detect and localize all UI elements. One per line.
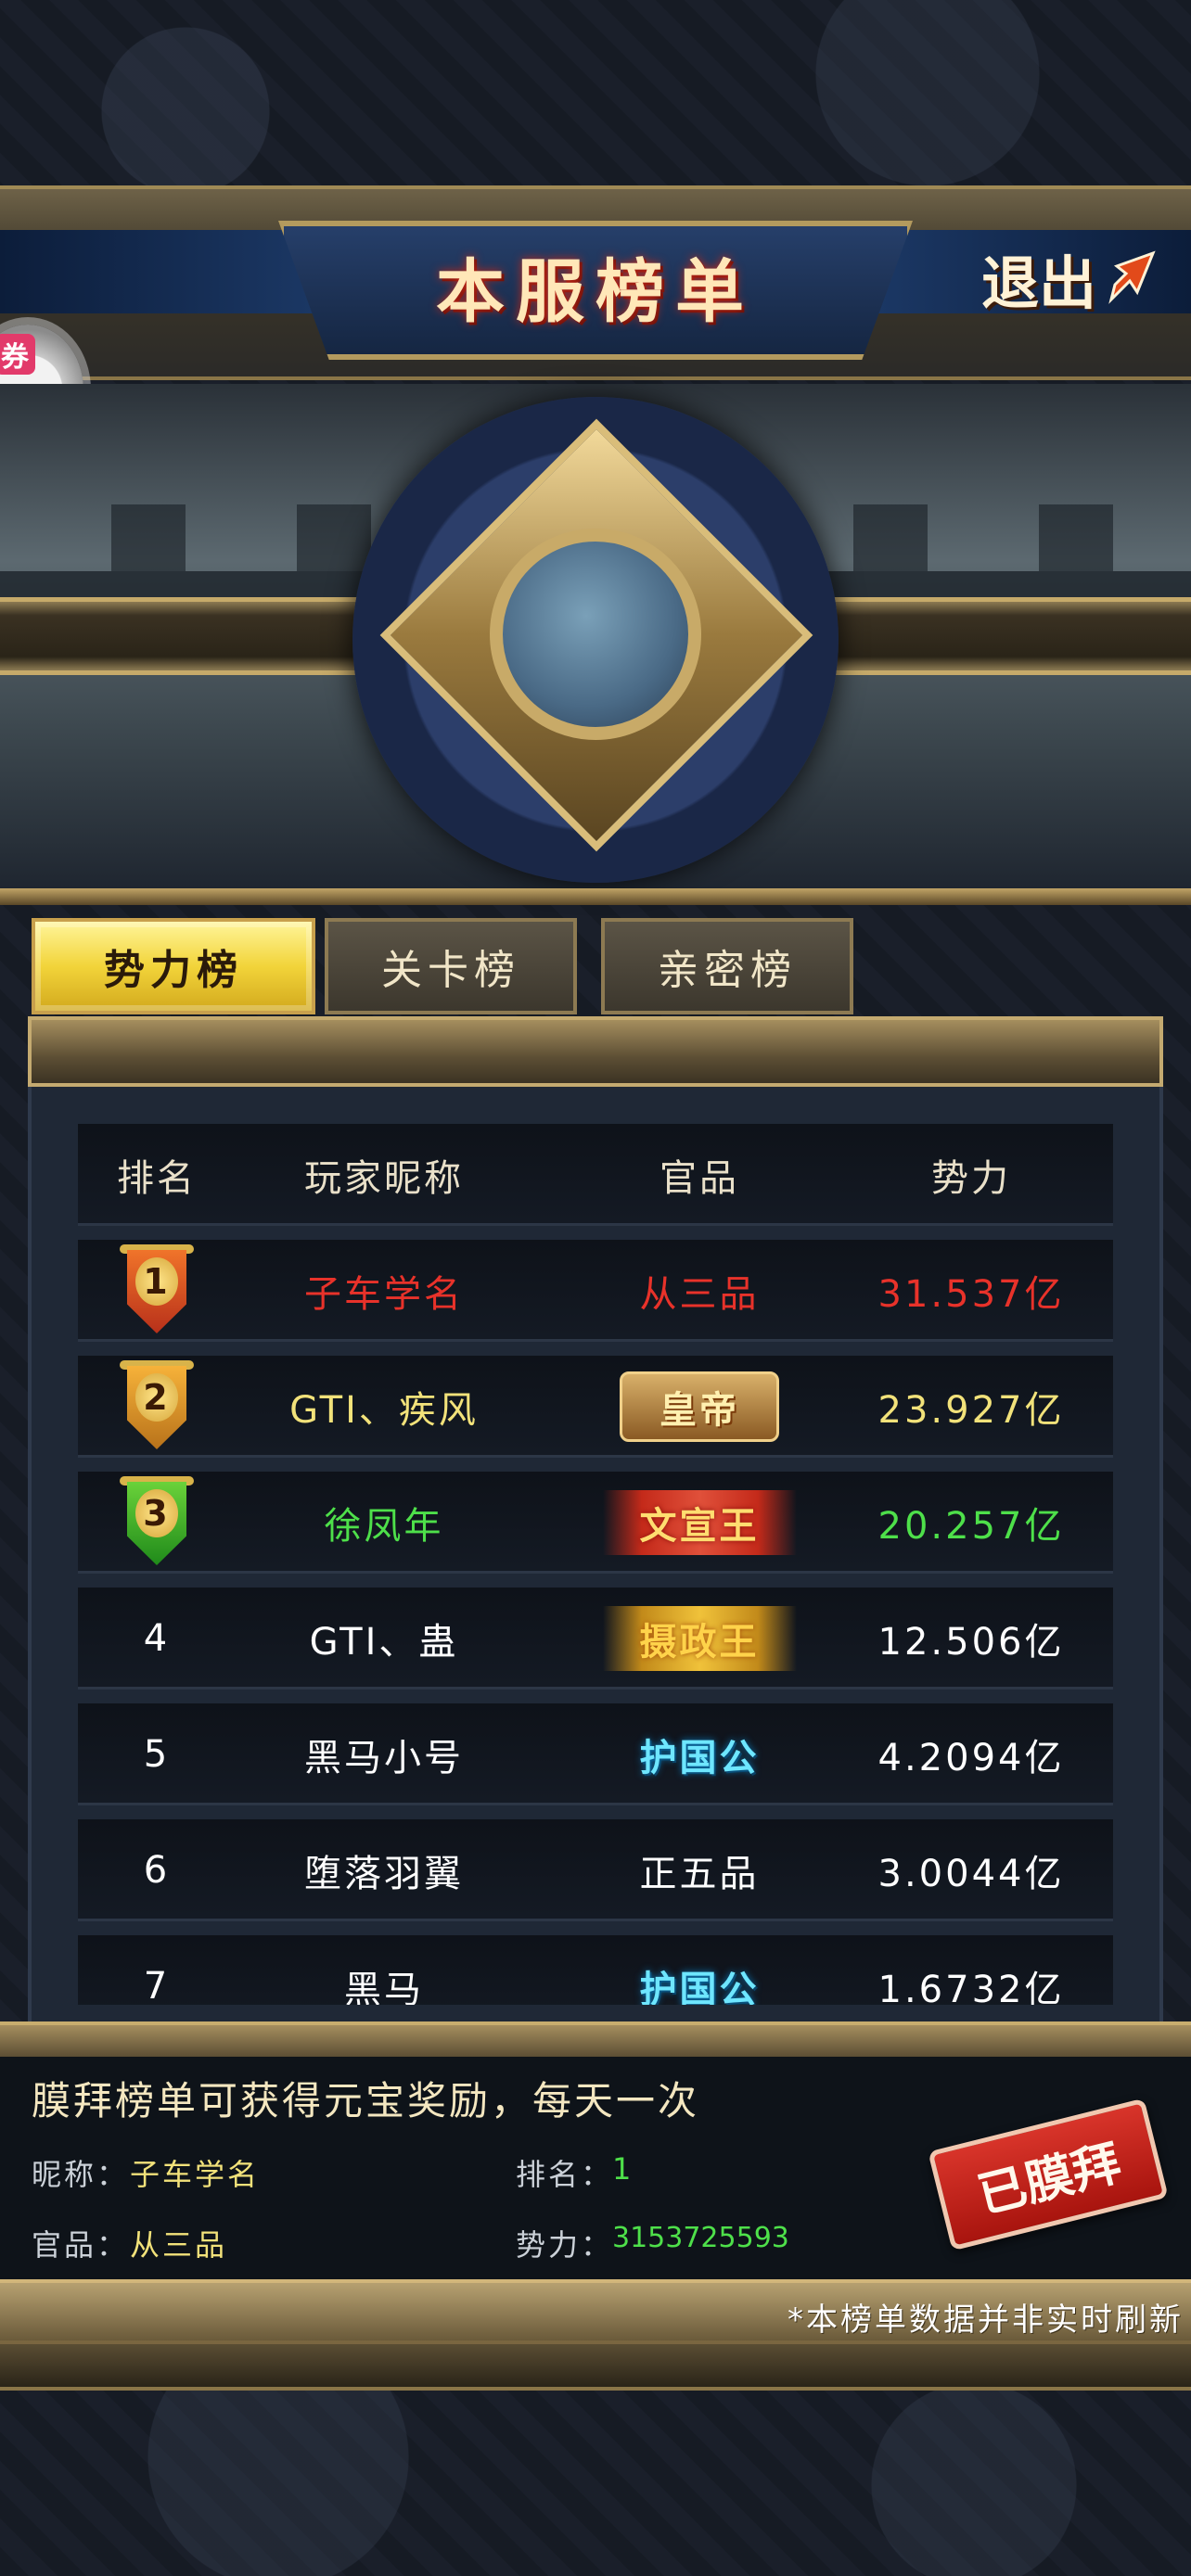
nickname-label: 昵称： — [32, 2157, 130, 2192]
info-frame-top — [0, 2021, 1191, 2057]
player-title: 正五品 — [639, 1853, 760, 1895]
rank-number: 6 — [143, 1849, 171, 1892]
table-row[interactable]: 6 堕落羽翼 正五品 3.0044亿 — [78, 1819, 1113, 1921]
page-title: 本服榜单 — [436, 251, 755, 332]
player-name: GTI、蛊 — [309, 1621, 459, 1664]
player-name: 徐凤年 — [324, 1505, 444, 1548]
table-row[interactable]: 4 GTI、蛊 摄政王 12.506亿 — [78, 1588, 1113, 1690]
player-name: 子车学名 — [304, 1273, 464, 1316]
player-power: 1.6732亿 — [877, 1969, 1065, 2005]
player-power: 31.537亿 — [877, 1273, 1065, 1316]
player-power: 23.927亿 — [877, 1389, 1065, 1432]
tab-intimacy[interactable]: 亲密榜 — [601, 918, 853, 1014]
title-label: 官品： — [32, 2227, 130, 2263]
col-title-header: 官品 — [660, 1157, 739, 1200]
player-power: 12.506亿 — [877, 1621, 1065, 1664]
player-name: 黑马 — [344, 1969, 424, 2005]
medallion-lens — [490, 529, 701, 740]
player-title: 文宣王 — [602, 1490, 797, 1555]
player-title: 护国公 — [639, 1968, 760, 2005]
coupon-tag: 券 — [0, 334, 35, 375]
table-row[interactable]: 2 GTI、疾风 皇帝 23.927亿 — [78, 1356, 1113, 1458]
worship-hint: 膜拜榜单可获得元宝奖励，每天一次 — [32, 2078, 700, 2123]
player-name: GTI、疾风 — [289, 1389, 479, 1432]
ranking-table[interactable]: 排名 玩家昵称 官品 势力 1 子车学名 从三品 31.537亿 2 GTI、疾… — [78, 1124, 1113, 2005]
player-title: 从三品 — [639, 1273, 760, 1316]
table-row[interactable]: 7 黑马 护国公 1.6732亿 — [78, 1935, 1113, 2005]
player-title: 皇帝 — [620, 1371, 779, 1442]
scene-divider — [0, 888, 1191, 905]
player-title: 摄政王 — [602, 1606, 797, 1671]
rank-value: 1 — [612, 2151, 634, 2187]
footer-frame — [0, 2344, 1191, 2391]
col-name-header: 玩家昵称 — [304, 1157, 464, 1200]
rank-3-badge-icon: 3 — [120, 1476, 194, 1569]
tab-power[interactable]: 势力榜 — [32, 918, 315, 1014]
player-power: 4.2094亿 — [877, 1737, 1065, 1779]
footer-note: *本榜单数据并非实时刷新 — [788, 2302, 1184, 2339]
nickname-value: 子车学名 — [130, 2157, 261, 2192]
table-row[interactable]: 1 子车学名 从三品 31.537亿 — [78, 1240, 1113, 1342]
player-name: 黑马小号 — [304, 1737, 464, 1779]
player-power: 20.257亿 — [877, 1505, 1065, 1548]
exit-button[interactable]: 退出 — [981, 236, 1176, 320]
col-power-header: 势力 — [931, 1157, 1011, 1200]
title-plaque: 本服榜单 — [278, 221, 913, 360]
player-name: 堕落羽翼 — [304, 1853, 464, 1895]
rank-number: 7 — [143, 1965, 171, 2005]
col-rank-header: 排名 — [117, 1157, 197, 1200]
return-arrow-icon — [1108, 250, 1156, 304]
power-value: 3153725593 — [612, 2222, 789, 2254]
tab-stage[interactable]: 关卡榜 — [325, 918, 577, 1014]
rank-label: 排名： — [516, 2157, 614, 2192]
player-title: 护国公 — [639, 1736, 760, 1779]
rank-number: 4 — [143, 1617, 171, 1660]
rank-1-badge-icon: 1 — [120, 1244, 194, 1337]
power-label: 势力： — [516, 2227, 614, 2263]
title-value: 从三品 — [130, 2227, 228, 2263]
panel-frame-top — [28, 1016, 1163, 1087]
table-row[interactable]: 5 黑马小号 护国公 4.2094亿 — [78, 1703, 1113, 1805]
table-row[interactable]: 3 徐凤年 文宣王 20.257亿 — [78, 1472, 1113, 1574]
table-header: 排名 玩家昵称 官品 势力 — [78, 1124, 1113, 1226]
rank-2-badge-icon: 2 — [120, 1360, 194, 1453]
player-power: 3.0044亿 — [877, 1853, 1065, 1895]
exit-label: 退出 — [981, 249, 1097, 317]
rank-number: 5 — [143, 1733, 171, 1776]
